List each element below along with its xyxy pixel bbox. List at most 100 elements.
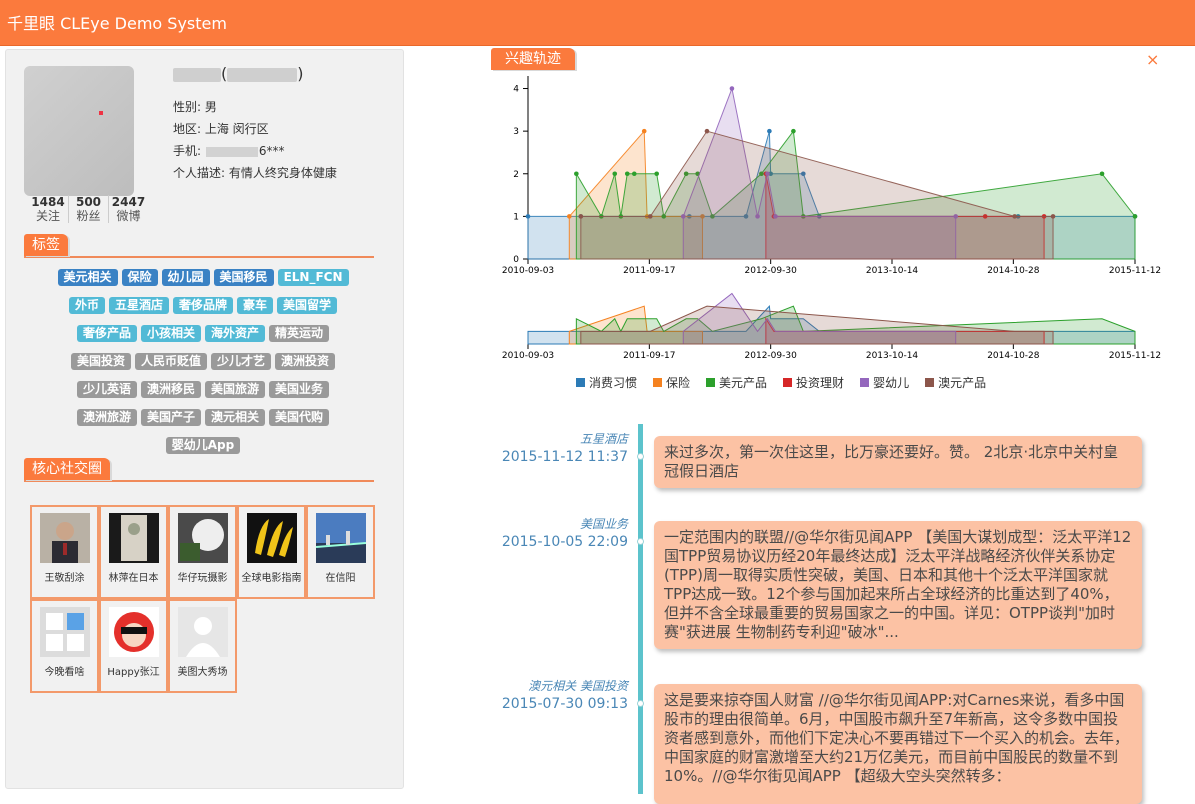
data-point[interactable] — [791, 128, 796, 134]
data-point[interactable] — [578, 214, 584, 219]
tag-chip[interactable]: 美国业务 — [269, 381, 330, 398]
social-contact[interactable]: 王敬刮涂 — [30, 505, 99, 599]
post-time: 2015-10-05 22:09 — [501, 534, 628, 550]
post-content[interactable]: 这是要来掠夺国人财富 //@华尔街见闻APP:对Carnes来说，看多中国股市的… — [654, 684, 1142, 804]
contact-name: 美图大秀场 — [177, 667, 228, 678]
tag-chip[interactable]: 美国移民 — [213, 269, 274, 286]
post-content[interactable]: 来过多次，第一次住这里，比万豪还要好。赞。 2北京·北京中关村皇冠假日酒店 — [654, 436, 1142, 488]
contact-name: 华仔玩摄影 — [177, 573, 228, 584]
social-contact[interactable]: 美图大秀场 — [168, 599, 237, 693]
tag-chip[interactable]: 婴幼儿App — [165, 437, 241, 454]
top-bar: 千里眼 CLEye Demo System — [0, 0, 1195, 46]
data-point[interactable] — [1050, 214, 1056, 219]
contact-name: 全球电影指南 — [241, 573, 302, 584]
social-contact[interactable]: Happy张江 — [99, 599, 168, 693]
data-point[interactable] — [574, 171, 579, 177]
tag-chip[interactable]: 精英运动 — [269, 325, 330, 342]
stat-following[interactable]: 1484 关注 — [28, 195, 68, 223]
tag-chip[interactable]: 澳洲投资 — [275, 353, 336, 370]
social-section-title: 核心社交圈 — [24, 458, 110, 480]
y-tick-label: 1 — [513, 212, 519, 222]
legend-swatch — [925, 378, 935, 387]
mini-x-tick-label: 2011-09-17 — [623, 351, 675, 361]
data-point[interactable] — [1099, 171, 1105, 177]
mini-x-tick-label: 2013-10-14 — [866, 351, 919, 361]
profile-panel: () 性别: 男 地区: 上海 闵行区 手机: 6*** 个人描述: 有情人终究… — [5, 49, 404, 789]
data-point[interactable] — [624, 171, 630, 177]
data-point[interactable] — [641, 128, 647, 134]
monkey-logo-icon — [109, 607, 159, 657]
post-tags[interactable]: 五星酒店 — [428, 430, 628, 447]
data-point[interactable] — [647, 214, 653, 219]
tag-chip[interactable]: 美国旅游 — [205, 381, 266, 398]
tag-chip[interactable]: 保险 — [121, 269, 158, 286]
data-point[interactable] — [704, 128, 710, 134]
interest-header: 兴趣轨迹 — [491, 48, 575, 70]
data-point[interactable] — [654, 171, 659, 177]
tag-chip[interactable]: 海外资产 — [205, 325, 266, 342]
profile-stats: 1484 关注 500 粉丝 2447 微博 — [28, 195, 148, 223]
social-contact[interactable]: 今晚看啥 — [30, 599, 99, 693]
post-tags[interactable]: 美国业务 — [428, 515, 628, 532]
tag-chip[interactable]: 少儿才艺 — [211, 353, 272, 370]
social-contact[interactable]: 华仔玩摄影 — [168, 505, 237, 599]
data-point[interactable] — [566, 214, 572, 219]
tag-chip[interactable]: 澳洲移民 — [140, 381, 201, 398]
stat-followers[interactable]: 500 粉丝 — [68, 195, 108, 223]
nickname-redacted — [227, 67, 298, 82]
x-tick-label: 2015-11-12 — [1109, 266, 1161, 276]
legend-label: 婴幼儿 — [873, 376, 910, 390]
contact-name: 在信阳 — [325, 573, 356, 584]
mini-x-tick-label: 2015-11-12 — [1109, 351, 1161, 361]
tag-chip[interactable]: 美国留学 — [277, 297, 338, 314]
tag-chip[interactable]: 人民币贬值 — [134, 353, 207, 370]
tag-chip[interactable]: 少儿英语 — [76, 381, 137, 398]
tag-chip[interactable]: 五星酒店 — [108, 297, 169, 314]
tag-chip[interactable]: 幼儿园 — [161, 269, 210, 286]
tag-chip[interactable]: 小孩相关 — [140, 325, 201, 342]
legend-item[interactable]: 投资理财 — [783, 374, 844, 391]
legend-item[interactable]: 婴幼儿 — [860, 374, 909, 391]
tag-chip[interactable]: 外币 — [68, 297, 105, 314]
tag-chip[interactable]: ELN_FCN — [277, 269, 349, 286]
data-point[interactable] — [1012, 214, 1017, 219]
data-point[interactable] — [525, 214, 531, 219]
legend-item[interactable]: 保险 — [653, 374, 690, 391]
tag-chip[interactable]: 豪车 — [237, 297, 274, 314]
tag-chip[interactable]: 美元相关 — [57, 269, 118, 286]
data-point[interactable] — [612, 171, 618, 177]
tag-chip[interactable]: 美国产子 — [140, 409, 201, 426]
social-contact[interactable]: 在信阳 — [306, 505, 375, 599]
data-point[interactable] — [767, 128, 772, 134]
tag-chip[interactable]: 奢侈品牌 — [172, 297, 233, 314]
post-content[interactable]: 一定范围内的联盟//@华尔街见闻APP 【美国大谋划成型：泛太平洋12国TPP贸… — [654, 521, 1142, 649]
tag-chip[interactable]: 澳洲旅游 — [76, 409, 137, 426]
legend-item[interactable]: 消费习惯 — [576, 374, 637, 391]
profile-name: () — [173, 64, 304, 83]
close-icon[interactable]: × — [1146, 50, 1159, 69]
legend-item[interactable]: 美元产品 — [706, 374, 767, 391]
interest-title: 兴趣轨迹 — [491, 48, 575, 70]
legend-item[interactable]: 澳元产品 — [925, 374, 986, 391]
x-tick-label: 2011-09-17 — [623, 266, 675, 276]
stat-weibo[interactable]: 2447 微博 — [108, 195, 148, 223]
social-section-header: 核心社交圈 — [24, 458, 374, 482]
y-tick-label: 0 — [513, 255, 519, 265]
tag-chip[interactable]: 澳元相关 — [205, 409, 266, 426]
tag-chip[interactable]: 美国投资 — [70, 353, 131, 370]
social-contact[interactable]: 林萍在日本 — [99, 505, 168, 599]
social-contact[interactable]: 全球电影指南 — [237, 505, 306, 599]
contact-name: 林萍在日本 — [108, 573, 159, 584]
tag-chip[interactable]: 奢侈产品 — [76, 325, 137, 342]
legend-swatch — [576, 378, 585, 387]
tag-chip[interactable]: 美国代购 — [269, 409, 330, 426]
name-redacted — [173, 67, 221, 82]
post-tags[interactable]: 澳元相关 美国投资 — [428, 677, 628, 694]
legend-swatch — [860, 378, 870, 387]
data-point[interactable] — [631, 171, 637, 177]
timeline-line — [638, 424, 643, 794]
mini-x-tick-label: 2012-09-30 — [745, 351, 798, 361]
data-point[interactable] — [1132, 214, 1138, 219]
data-point[interactable] — [729, 86, 735, 91]
contact-name: 王敬刮涂 — [44, 573, 85, 584]
